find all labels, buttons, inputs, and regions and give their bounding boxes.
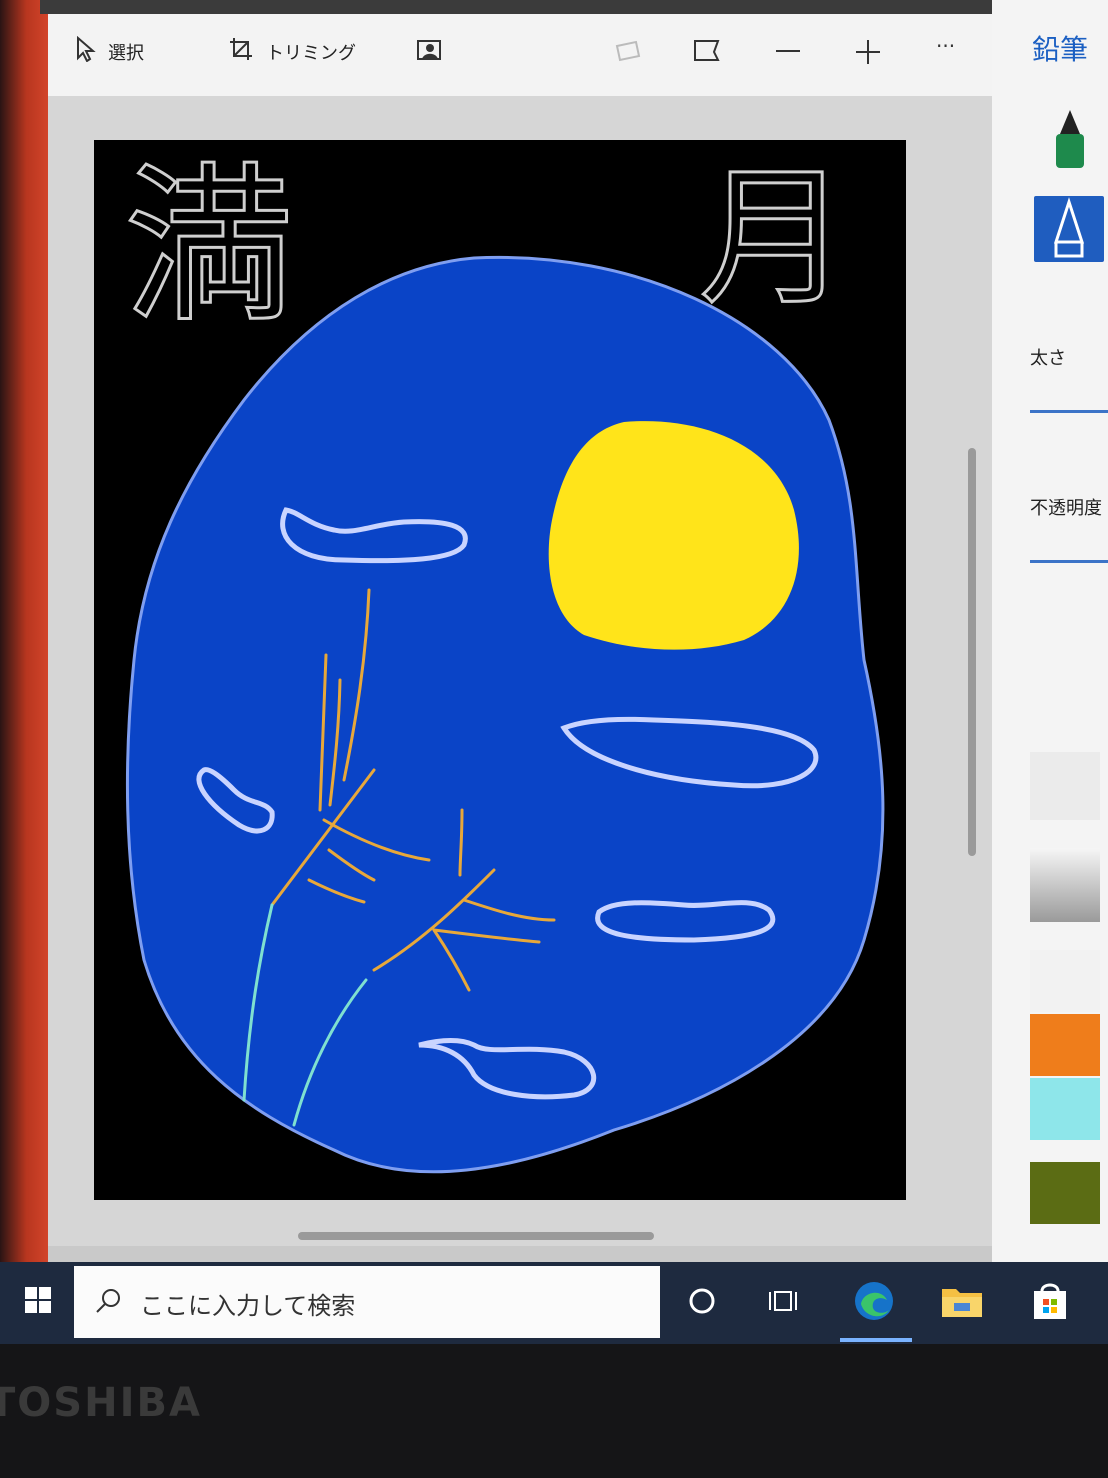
magic-select-icon: [417, 40, 441, 60]
flag-shape-icon: [694, 40, 720, 61]
more-options-label: ···: [936, 34, 956, 58]
title-bar: [40, 0, 1000, 14]
kanji-left: 満: [124, 148, 294, 346]
pencil-tool-button[interactable]: [1034, 196, 1104, 262]
laptop-brand-logo: TOSHIBA: [0, 1380, 202, 1426]
screen-edge-glare: [0, 0, 48, 1262]
marker-tool-icon[interactable]: [1050, 108, 1090, 176]
sticker-icon: [615, 40, 641, 62]
vertical-scrollbar[interactable]: [968, 448, 976, 856]
store-button[interactable]: [1022, 1276, 1078, 1326]
pencil-icon: [1053, 197, 1085, 258]
store-bag-icon: [1034, 1283, 1066, 1319]
cortana-button[interactable]: [674, 1276, 730, 1326]
brush-side-panel: 鉛筆 太さ 不透明度: [992, 0, 1108, 1262]
zoom-out-button[interactable]: [774, 38, 802, 71]
select-tool-button[interactable]: 選択: [76, 35, 144, 68]
opacity-label: 不透明度: [1030, 498, 1102, 519]
task-view-icon: [769, 1291, 797, 1311]
paint-toolbar: 選択 トリミング ···: [48, 14, 992, 96]
crop-tool-button[interactable]: トリミング: [228, 36, 356, 68]
taskbar: ここに入力して検索: [0, 1262, 1108, 1344]
kanji-right: 月: [699, 152, 849, 326]
sticker-button[interactable]: [614, 38, 642, 71]
cursor-icon: [76, 35, 96, 68]
edge-browser-button[interactable]: [846, 1276, 902, 1326]
start-button[interactable]: [16, 1274, 60, 1326]
swatch-white[interactable]: [1030, 950, 1100, 1012]
panel-title: 鉛筆: [1032, 33, 1089, 66]
drawing-canvas[interactable]: 満 月: [94, 140, 906, 1200]
zoom-in-button[interactable]: [854, 38, 882, 73]
swatch-light-cyan[interactable]: [1030, 1078, 1100, 1140]
swatch-olive[interactable]: [1030, 1162, 1100, 1224]
thickness-slider[interactable]: [1030, 410, 1108, 413]
plus-icon: [856, 40, 880, 64]
swatch-orange[interactable]: [1030, 1014, 1100, 1076]
minus-icon: [776, 50, 800, 52]
magic-select-button[interactable]: [416, 38, 444, 71]
opacity-slider[interactable]: [1030, 560, 1108, 563]
more-options-button[interactable]: ···: [936, 34, 955, 58]
horizontal-scrollbar[interactable]: [298, 1232, 654, 1240]
task-view-button[interactable]: [756, 1276, 812, 1326]
color-preview: [1030, 752, 1100, 820]
custom-color-button[interactable]: [1030, 848, 1100, 922]
search-placeholder: ここに入力して検索: [140, 1292, 356, 1320]
active-app-indicator: [840, 1338, 912, 1342]
cortana-circle-icon: [689, 1288, 715, 1314]
file-explorer-button[interactable]: [934, 1276, 990, 1326]
edge-icon: [855, 1282, 893, 1320]
search-icon: [96, 1289, 120, 1313]
search-box[interactable]: ここに入力して検索: [74, 1266, 660, 1338]
thickness-label: 太さ: [1030, 348, 1066, 369]
crop-label: トリミング: [266, 43, 356, 64]
crop-icon: [228, 36, 254, 68]
shape-button[interactable]: [692, 38, 722, 71]
windows-icon: [25, 1287, 51, 1313]
folder-icon: [942, 1289, 982, 1317]
select-label: 選択: [108, 43, 144, 64]
